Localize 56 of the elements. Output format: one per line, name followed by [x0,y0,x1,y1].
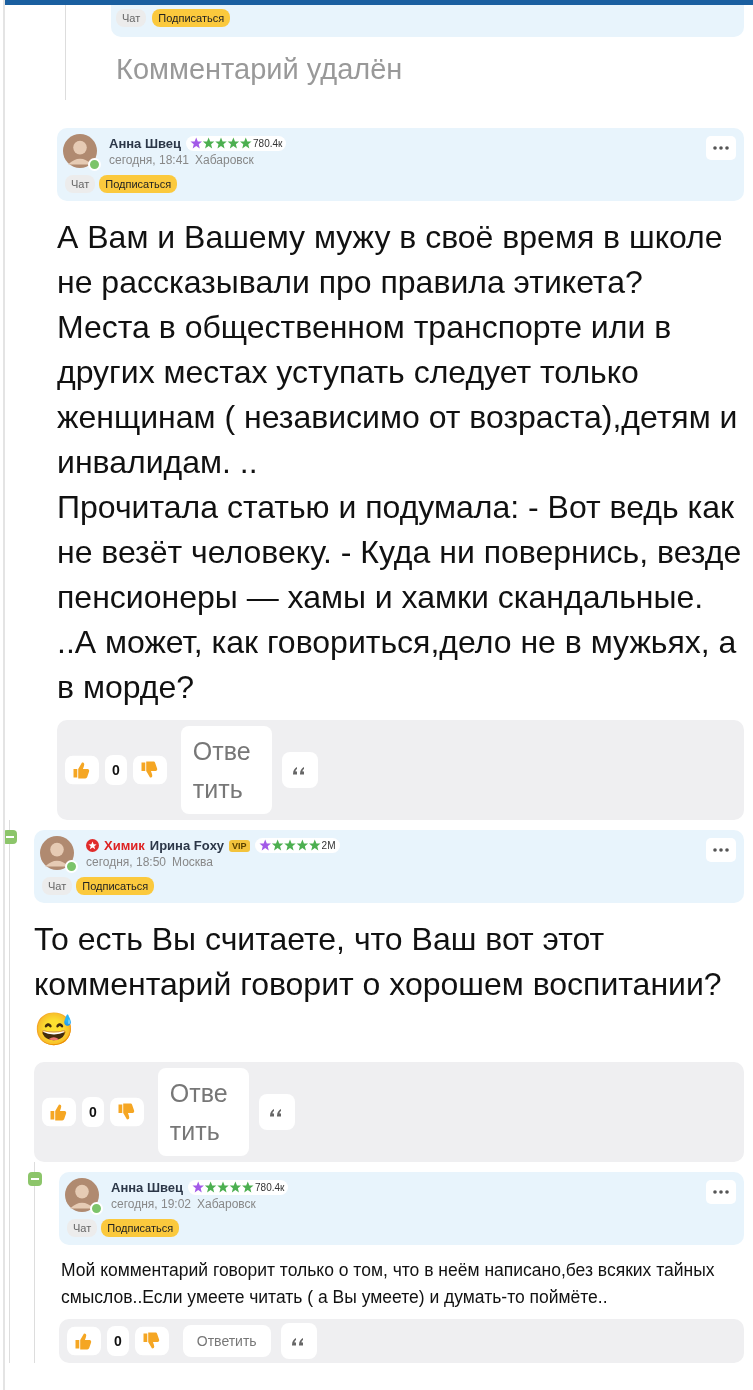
comment-city: Хабаровск [197,1197,256,1211]
online-dot [90,1202,103,1215]
more-icon[interactable] [706,136,736,160]
deleted-comment-text: Комментарий удалён [116,52,404,87]
vip-badge: VIP [229,839,250,852]
comment-time: сегодня, 18:41 [109,153,190,167]
avatar[interactable] [65,1178,99,1212]
thumbs-up-icon[interactable] [67,1326,101,1356]
subscribe-button[interactable]: Подписаться [99,175,178,193]
vote-count: 0 [82,1097,104,1127]
more-icon[interactable] [706,1180,736,1204]
author-name[interactable]: Ирина Foxy [149,838,225,853]
rank-stars-icon [258,839,321,852]
comment-text: А Вам и Вашему мужу в своё время в школе не рассказывали про правила этикета? Места в общественном транспорте или в других местах уступать следует только женщинам ( независимо от возраста),детям и инвалидам. .. Прочитала статью и подумала: - Вот ведь как не везёт человеку. - Куда ни повернись, везде пенсионеры — хамы и хамки скандальные. ..А может, как говориться,дело не в мужьях, а в морде? [57,218,743,707]
comment-time: сегодня, 18:50 [86,855,167,869]
comment-text: Мой комментарий говорит только о том, что в неём написано,без всяких тайных смыслов..Если умеете читать ( а Вы умеете) и думать-то поймёте.. [60,1259,716,1309]
author-name[interactable]: Анна Швец [109,136,182,151]
author-name[interactable]: Анна Швец [111,1180,184,1195]
avatar[interactable] [40,836,74,870]
vote-count: 0 [105,755,127,785]
thumbs-down-icon[interactable] [134,1326,169,1356]
online-dot [65,860,78,873]
thumbs-down-icon[interactable] [109,1097,144,1127]
more-icon[interactable] [706,838,736,862]
reply-button[interactable]: Ответить [182,1325,271,1357]
chat-button[interactable]: Чат [67,1219,98,1237]
avatar[interactable] [63,134,97,168]
subscribe-button[interactable]: Подписаться [152,9,231,27]
reply-button[interactable]: Ответить [157,1068,249,1156]
chat-button[interactable]: Чат [65,175,96,193]
thumbs-down-icon[interactable] [132,755,167,785]
subscribe-button[interactable]: Подписаться [76,877,155,895]
quote-icon[interactable] [281,752,318,788]
thumbs-up-icon[interactable] [65,755,99,785]
collapse-icon[interactable] [5,830,17,844]
reply-button[interactable]: Ответить [180,726,272,814]
quote-icon[interactable] [280,1323,317,1359]
user-title: Химик [104,838,145,853]
comment-city: Хабаровск [195,153,254,167]
vote-count: 0 [107,1326,129,1356]
rating-value: 2M [321,840,336,851]
comment-text: То есть Вы считаете, что Ваш вот этот комментарий говорит о хорошем воспитании? 😅 [34,920,723,1049]
chat-button[interactable]: Чат [116,9,147,27]
comment-time: сегодня, 19:02 [111,1197,192,1211]
quote-icon[interactable] [258,1094,295,1130]
rank-stars-icon [192,1181,255,1194]
subscribe-button[interactable]: Подписаться [101,1219,180,1237]
rating-value: 780.4к [255,1182,285,1193]
star-badge-icon [86,839,99,852]
collapse-icon[interactable] [28,1172,42,1186]
chat-button[interactable]: Чат [42,877,73,895]
thumbs-up-icon[interactable] [42,1097,76,1127]
online-dot [88,158,101,171]
rank-stars-icon [190,137,253,150]
comment-city: Москва [172,855,213,869]
rating-value: 780.4к [253,138,283,149]
